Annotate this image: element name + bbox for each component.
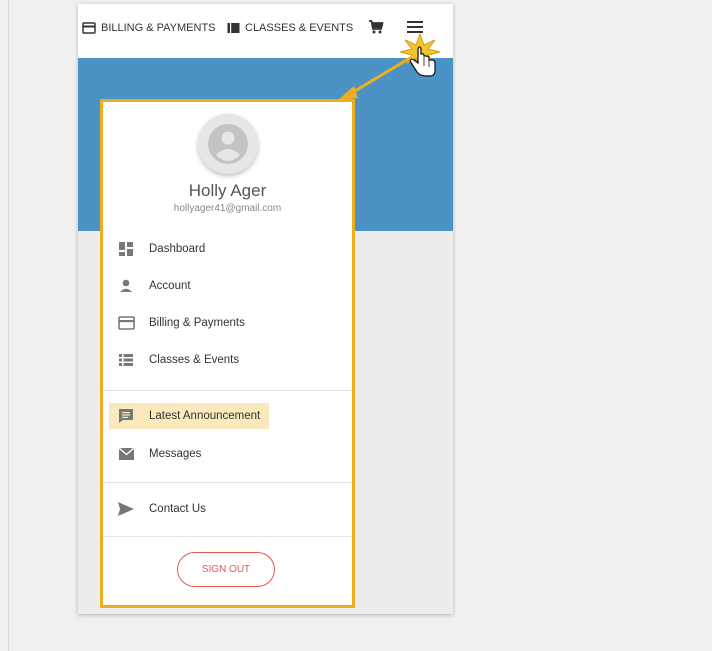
menu-toggle-button[interactable] [407,20,423,39]
credit-card-icon [82,22,96,34]
menu-item-label: Messages [149,448,202,460]
menu-item-label: Billing & Payments [149,317,245,329]
send-icon [116,499,136,519]
menu-item-classes[interactable]: Classes & Events [109,347,269,373]
menu-item-label: Contact Us [149,503,206,515]
person-icon [116,276,136,296]
default-avatar-icon [208,124,248,164]
menu-item-latest-announcement[interactable]: Latest Announcement [109,403,269,429]
nav-classes-events-link[interactable]: CLASSES & EVENTS [227,22,353,34]
announcement-icon [116,406,136,426]
menu-item-label: Dashboard [149,243,206,255]
menu-divider [103,536,352,537]
avatar [198,114,258,174]
menu-divider [103,482,352,483]
menu-divider [103,390,352,391]
nav-classes-label: CLASSES & EVENTS [245,22,354,34]
page-divider [8,0,9,651]
cart-button[interactable] [368,19,384,40]
menu-item-messages[interactable]: Messages [109,441,269,467]
sign-out-button[interactable]: SIGN OUT [177,552,275,587]
side-menu-drawer: Holly Ager hollyager41@gmail.com Dashboa… [100,99,355,608]
list-icon [116,350,136,370]
book-icon [227,23,240,33]
menu-item-label: Latest Announcement [149,410,261,422]
credit-card-icon [116,313,136,333]
nav-billing-payments-link[interactable]: BILLING & PAYMENTS [82,22,216,34]
menu-item-account[interactable]: Account [109,273,269,299]
mail-icon [116,444,136,464]
menu-item-billing[interactable]: Billing & Payments [109,310,269,336]
menu-item-contact-us[interactable]: Contact Us [109,496,269,522]
cart-icon [369,20,384,34]
top-nav-bar: BILLING & PAYMENTS CLASSES & EVENTS [78,4,453,58]
nav-billing-label: BILLING & PAYMENTS [101,22,216,34]
menu-item-label: Account [149,280,191,292]
hamburger-menu-icon [407,21,423,33]
dashboard-icon [116,239,136,259]
menu-item-label: Classes & Events [149,354,240,366]
user-name: Holly Ager [188,181,267,200]
menu-item-dashboard[interactable]: Dashboard [109,236,269,262]
user-email: hollyager41@gmail.com [173,203,282,214]
